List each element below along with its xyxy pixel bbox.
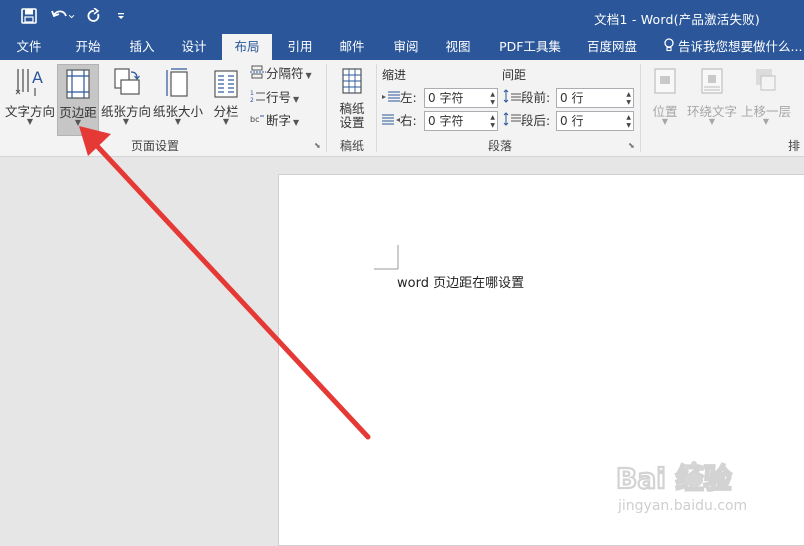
arrow-shaft [95,144,371,440]
svg-text:jingyan.baidu.com: jingyan.baidu.com [617,498,747,514]
baidu-logo: Bai 经验 jingyan.baidu.com [615,461,747,514]
svg-text:Bai 经验: Bai 经验 [616,462,732,495]
annotation-arrow [79,126,371,440]
arrow-head [79,126,111,156]
baidu-watermark: Bai 经验 jingyan.baidu.com [614,458,784,520]
